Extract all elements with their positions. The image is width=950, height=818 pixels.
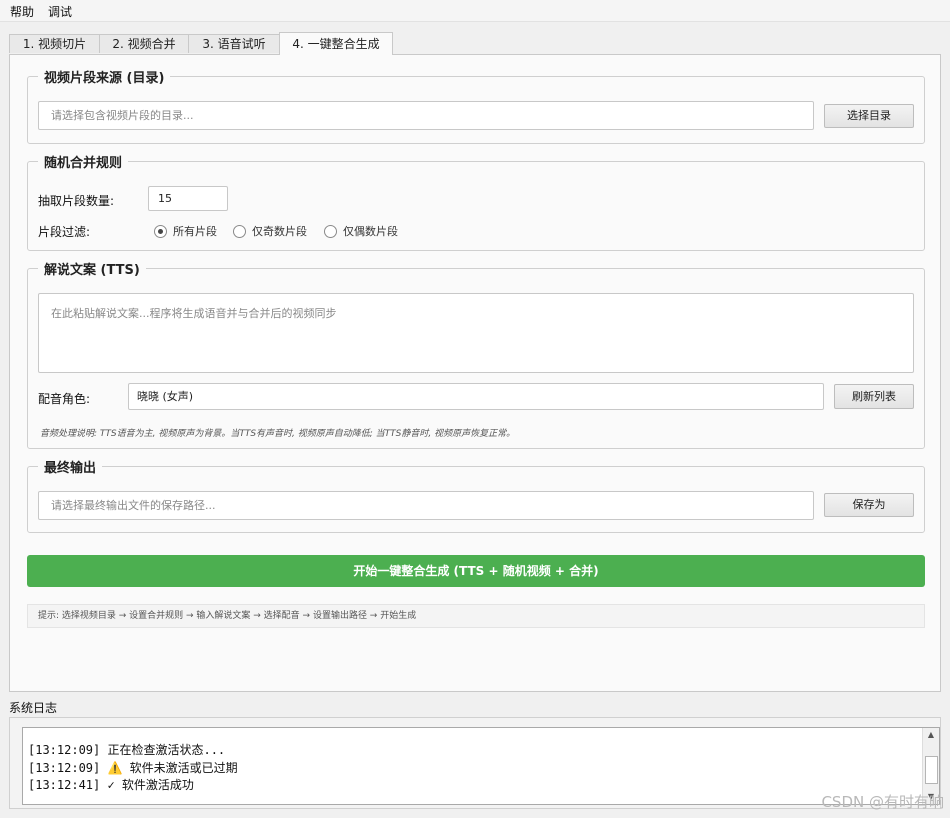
tab-video-merge[interactable]: 2. 视频合并	[99, 34, 189, 53]
scroll-up-icon[interactable]: ▲	[923, 728, 939, 742]
start-generate-button[interactable]: 开始一键整合生成 (TTS + 随机视频 + 合并)	[27, 555, 925, 587]
output-group-title: 最终输出	[38, 457, 103, 476]
tts-text-area[interactable]: 在此粘贴解说文案...程序将生成语音并与合并后的视频同步	[38, 293, 914, 373]
tab-content: 视频片段来源 (目录) 请选择包含视频片段的目录... 选择目录 随机合并规则 …	[9, 54, 941, 692]
source-group-title: 视频片段来源 (目录)	[38, 67, 171, 86]
watermark: CSDN @有时有晌	[821, 793, 944, 811]
radio-all-clips-label: 所有片段	[173, 225, 217, 238]
output-group: 最终输出 请选择最终输出文件的保存路径... 保存为	[27, 457, 925, 533]
merge-rule-title: 随机合并规则	[38, 152, 129, 171]
tab-voice-preview[interactable]: 3. 语音试听	[188, 34, 280, 53]
system-log-title: 系统日志	[9, 701, 58, 715]
radio-all-clips-indicator[interactable]	[154, 224, 167, 238]
scroll-thumb[interactable]	[925, 756, 938, 784]
tts-group: 解说文案 (TTS) 在此粘贴解说文案...程序将生成语音并与合并后的视频同步 …	[27, 259, 925, 449]
refresh-list-button[interactable]: 刷新列表	[834, 384, 914, 409]
clip-count-input[interactable]: 15	[148, 186, 228, 211]
save-as-button[interactable]: 保存为	[824, 493, 914, 517]
radio-all-clips[interactable]: 所有片段	[154, 223, 217, 239]
log-line: [13:12:41] ✓ 软件激活成功	[28, 778, 194, 792]
radio-even-clips[interactable]: 仅偶数片段	[324, 223, 398, 239]
workflow-hint: 提示: 选择视频目录 → 设置合并规则 → 输入解说文案 → 选择配音 → 设置…	[27, 604, 925, 628]
log-line: [13:12:09] 正在检查激活状态...	[28, 743, 226, 757]
merge-rule-group: 随机合并规则 抽取片段数量: 15 片段过滤: 所有片段 仅奇数片段 仅偶数片段	[27, 152, 925, 251]
clip-filter-label: 片段过滤:	[38, 225, 91, 239]
voice-role-label: 配音角色:	[38, 392, 91, 406]
menu-help[interactable]: 帮助	[10, 3, 34, 20]
radio-odd-clips-indicator[interactable]	[233, 224, 246, 238]
tab-video-slice[interactable]: 1. 视频切片	[9, 34, 100, 53]
source-dir-input[interactable]: 请选择包含视频片段的目录...	[38, 101, 814, 130]
tts-group-title: 解说文案 (TTS)	[38, 259, 146, 278]
voice-role-select[interactable]: 晓晓 (女声)	[128, 383, 824, 410]
system-log-panel: [13:12:09] 正在检查激活状态... [13:12:09] ⚠️ 软件未…	[9, 717, 941, 809]
radio-even-clips-label: 仅偶数片段	[343, 225, 398, 238]
log-line: [13:12:09] ⚠️ 软件未激活或已过期	[28, 761, 238, 775]
tab-one-click-generate[interactable]: 4. 一键整合生成	[279, 32, 393, 55]
source-group: 视频片段来源 (目录) 请选择包含视频片段的目录... 选择目录	[27, 67, 925, 144]
menu-bar: 帮助 调试	[0, 0, 950, 22]
radio-odd-clips-label: 仅奇数片段	[252, 225, 307, 238]
select-dir-button[interactable]: 选择目录	[824, 104, 914, 128]
menu-debug[interactable]: 调试	[48, 3, 72, 20]
clip-count-label: 抽取片段数量:	[38, 194, 115, 208]
radio-even-clips-indicator[interactable]	[324, 224, 337, 238]
radio-odd-clips[interactable]: 仅奇数片段	[233, 223, 307, 239]
audio-note: 音频处理说明: TTS语音为主, 视频原声为背景。当TTS有声音时, 视频原声自…	[40, 429, 516, 439]
output-path-input[interactable]: 请选择最终输出文件的保存路径...	[38, 491, 814, 520]
system-log-textbox[interactable]: [13:12:09] 正在检查激活状态... [13:12:09] ⚠️ 软件未…	[22, 727, 940, 805]
